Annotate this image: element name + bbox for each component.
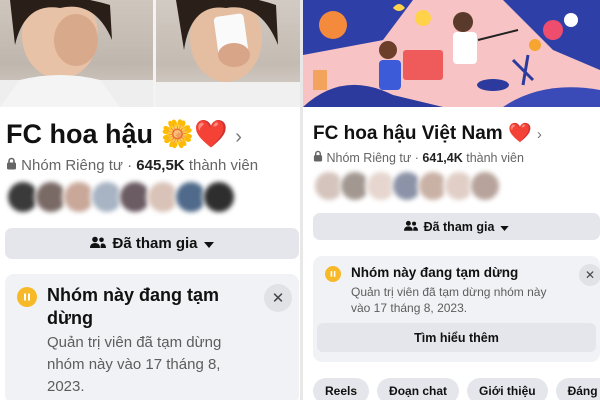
member-avatars[interactable]	[313, 170, 501, 202]
lock-icon	[313, 150, 326, 165]
tab-featured[interactable]: Đáng chú ý	[555, 378, 600, 400]
cover-photo-left-half	[0, 0, 153, 107]
group-meta: Nhóm Riêng tư · 641,4K thành viên	[313, 150, 524, 165]
pause-icon	[325, 266, 341, 282]
joined-button[interactable]: Đã tham gia	[313, 213, 600, 240]
avatar	[202, 180, 236, 214]
meta-separator: ·	[414, 151, 419, 165]
group-name: FC hoa hậu	[6, 119, 153, 149]
privacy-label: Nhóm Riêng tư	[21, 157, 123, 174]
left-group-panel: FC hoa hậu 🌼❤️ › Nhóm Riêng tư · 645,5K …	[0, 0, 300, 400]
paused-notice-card: Nhóm này đang tạm dừng Quản trị viên đã …	[313, 256, 600, 362]
member-count: 645,5K	[136, 157, 185, 174]
right-group-panel: FC hoa hậu Việt Nam ❤️ › Nhóm Riêng tư ·…	[303, 0, 600, 400]
tab-about[interactable]: Giới thiệu	[467, 378, 548, 400]
caret-down-icon	[500, 220, 510, 234]
notice-body: Quản trị viên đã tạm dừng nhóm này vào 1…	[351, 285, 547, 315]
notice-title: Nhóm này đang tạm dừng	[47, 285, 220, 328]
chevron-right-icon: ›	[536, 126, 542, 143]
group-cover-illustration	[303, 0, 600, 107]
member-suffix: thành viên	[466, 151, 524, 165]
caret-down-icon	[203, 235, 214, 252]
meta-separator: ·	[127, 157, 133, 174]
cover-photo-right-half	[156, 0, 300, 107]
joined-label: Đã tham gia	[112, 235, 198, 252]
close-icon[interactable]: ✕	[579, 264, 600, 286]
learn-more-button[interactable]: Tìm hiểu thêm	[317, 323, 596, 352]
member-avatars[interactable]	[6, 180, 236, 214]
notice-body: Quản trị viên đã tạm dừng nhóm này vào 1…	[47, 334, 222, 395]
tab-reels[interactable]: Reels	[313, 378, 370, 400]
member-suffix: thành viên	[188, 157, 259, 174]
paused-notice-card: Nhóm này đang tạm dừng Quản trị viên đã …	[5, 274, 299, 400]
privacy-label: Nhóm Riêng tư	[326, 151, 412, 165]
group-cover-photo	[0, 0, 300, 107]
close-icon[interactable]: ✕	[264, 284, 292, 312]
group-tabs: Reels Đoạn chat Giới thiệu Đáng chú ý	[313, 378, 600, 400]
avatar	[469, 170, 501, 202]
people-icon	[403, 220, 418, 234]
title-emojis: 🌼❤️	[160, 119, 228, 149]
member-count: 641,4K	[422, 151, 463, 165]
group-title[interactable]: FC hoa hậu Việt Nam ❤️ ›	[313, 121, 542, 145]
joined-label: Đã tham gia	[423, 219, 495, 234]
group-title[interactable]: FC hoa hậu 🌼❤️ ›	[6, 118, 242, 150]
tab-chats[interactable]: Đoạn chat	[377, 378, 460, 400]
group-meta: Nhóm Riêng tư · 645,5K thành viên	[6, 157, 258, 174]
title-emojis: ❤️	[507, 123, 532, 144]
chevron-right-icon: ›	[235, 126, 242, 148]
group-name: FC hoa hậu Việt Nam	[313, 123, 503, 144]
pause-icon	[17, 287, 37, 307]
people-icon	[90, 235, 107, 252]
lock-icon	[6, 157, 21, 174]
notice-title: Nhóm này đang tạm dừng	[351, 265, 519, 280]
joined-button[interactable]: Đã tham gia	[5, 228, 299, 259]
